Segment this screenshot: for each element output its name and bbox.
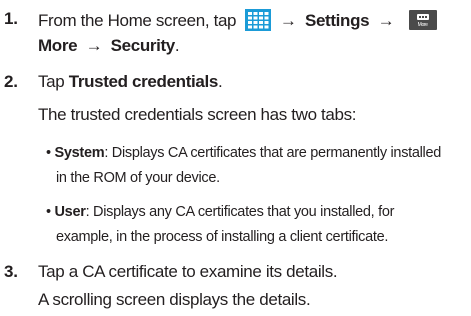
security-label: Security — [110, 36, 176, 55]
bullet-user-continuation: example, in the process of installing a … — [56, 229, 389, 245]
bullet-text: : Displays any CA certificates that you … — [85, 204, 395, 220]
bullet-system-continuation: in the ROM of your device. — [56, 170, 220, 186]
step-number: 1. — [4, 9, 18, 28]
more-icon: More — [408, 10, 437, 30]
bullet-marker: • — [46, 145, 51, 161]
more-label: More — [38, 36, 78, 55]
step-1-line-2: More → Security. — [38, 36, 180, 56]
trusted-credentials-label: Trusted credentials — [68, 72, 219, 91]
more-dots-icon — [416, 14, 429, 20]
step-number: 2. — [4, 72, 18, 91]
settings-label: Settings — [304, 11, 370, 30]
step-3-line-1: Tap a CA certificate to examine its deta… — [38, 262, 338, 281]
period: . — [174, 36, 180, 55]
instruction-page: 1. From the Home screen, tap → Settings … — [0, 0, 471, 316]
step-2-line-1: Tap Trusted credentials. — [38, 72, 223, 92]
bullet-user: • User: Displays any CA certificates tha… — [46, 204, 394, 220]
apps-grid-icon — [244, 9, 271, 31]
arrow: → — [377, 11, 395, 30]
step-2-intro: The trusted credentials screen has two t… — [38, 105, 357, 124]
bullet-term: User — [54, 204, 86, 220]
step-1-line-1: From the Home screen, tap → Settings → M… — [38, 9, 437, 31]
step-number: 3. — [4, 262, 18, 281]
bullet-text: : Displays CA certificates that are perm… — [104, 145, 442, 161]
bullet-system: • System: Displays CA certificates that … — [46, 145, 441, 161]
step-text: From the Home screen, tap — [38, 11, 237, 30]
period: . — [217, 72, 223, 91]
arrow: → — [279, 11, 297, 30]
bullet-marker: • — [46, 204, 51, 220]
bullet-term: System — [54, 145, 105, 161]
more-icon-label: More — [417, 22, 428, 28]
step-3-line-2: A scrolling screen displays the details. — [38, 290, 311, 309]
arrow: → — [85, 36, 103, 55]
step-text: Tap — [38, 72, 65, 91]
